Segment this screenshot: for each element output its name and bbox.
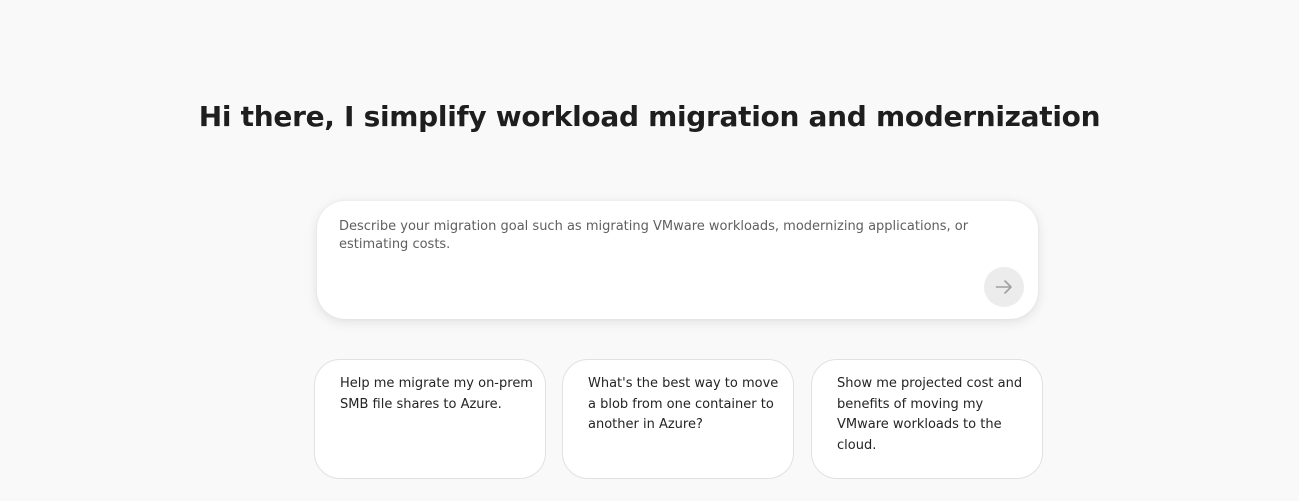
hero-title: Hi there, I simplify workload migration … bbox=[198, 100, 1101, 133]
suggestion-text: What's the best way to move a blob from … bbox=[588, 376, 779, 432]
migration-goal-input[interactable] bbox=[339, 218, 979, 278]
suggestion-text: Help me migrate my on-prem SMB file shar… bbox=[340, 376, 533, 412]
suggestion-card-smb-file-shares[interactable]: Help me migrate my on-prem SMB file shar… bbox=[314, 359, 546, 479]
arrow-right-icon bbox=[994, 277, 1014, 297]
suggestion-card-move-blob[interactable]: What's the best way to move a blob from … bbox=[562, 359, 794, 479]
send-button[interactable] bbox=[984, 267, 1024, 307]
suggestion-text: Show me projected cost and benefits of m… bbox=[837, 376, 1023, 453]
prompt-box bbox=[317, 201, 1038, 319]
suggestion-card-vmware-cost[interactable]: Show me projected cost and benefits of m… bbox=[811, 359, 1043, 479]
